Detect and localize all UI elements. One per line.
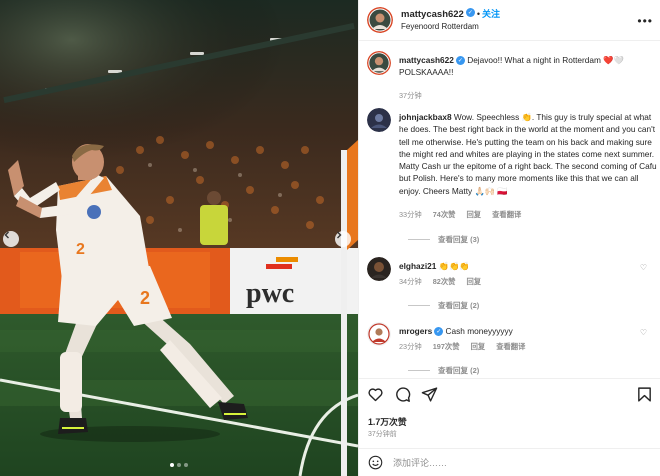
- comment-username[interactable]: elghazi21: [399, 261, 436, 271]
- post-actions: 1.7万次赞 37分钟前: [359, 378, 660, 448]
- more-horizontal-icon[interactable]: •••: [637, 14, 653, 28]
- post-sidebar: mattycash622 ✓ • 关注 Feyenoord Rotterdam •••…: [358, 0, 660, 476]
- bookmark-icon[interactable]: [636, 386, 653, 403]
- post-photo[interactable]: pwc 2 2: [0, 0, 358, 476]
- stadium-photo-illustration: pwc 2 2: [0, 0, 358, 476]
- verified-badge-icon: ✓: [465, 8, 475, 18]
- carousel-indicator: [0, 463, 358, 467]
- comment-icon[interactable]: [394, 386, 411, 403]
- view-replies-label: 查看回复 (2): [438, 366, 480, 375]
- shirt-number: 2: [76, 241, 85, 258]
- likes-count[interactable]: 1.7万次赞: [368, 415, 407, 428]
- carousel-dot[interactable]: [177, 463, 181, 467]
- comment-username[interactable]: johnjackbax8: [399, 112, 452, 122]
- comment-time: 33分钟: [399, 210, 422, 219]
- view-replies-button[interactable]: 查看回复 (3): [408, 234, 479, 245]
- add-comment-bar: [359, 448, 660, 476]
- verified-badge-icon: ✓: [434, 327, 444, 337]
- author-avatar[interactable]: [367, 51, 391, 75]
- emoji-smile-icon[interactable]: [368, 455, 383, 470]
- chevron-left-icon[interactable]: [3, 231, 19, 247]
- post-timestamp: 37分钟前: [368, 431, 397, 438]
- comment-reply-button[interactable]: 回复: [467, 210, 482, 219]
- ad-board-text: pwc: [246, 278, 294, 309]
- comment-translate-button[interactable]: 查看翻译: [492, 210, 521, 219]
- comment-input[interactable]: [393, 457, 613, 468]
- post-location[interactable]: Feyenoord Rotterdam: [401, 21, 500, 33]
- verified-badge-icon: ✓: [455, 56, 465, 66]
- comment-likes[interactable]: 74次赞: [433, 210, 456, 219]
- caption-time: 37分钟: [399, 91, 422, 100]
- comment-time: 23分钟: [399, 342, 422, 351]
- shorts-number: 2: [140, 288, 150, 308]
- carousel-dot[interactable]: [184, 463, 188, 467]
- comment-translate-button[interactable]: 查看翻译: [496, 342, 525, 351]
- replies-divider: [408, 239, 430, 240]
- comment-text: Wow. Speechless 👏. This guy is truly spe…: [399, 112, 657, 196]
- caption-username[interactable]: mattycash622: [399, 55, 454, 65]
- follow-button[interactable]: 关注: [482, 9, 500, 19]
- carousel-dot[interactable]: [170, 463, 174, 467]
- view-replies-button[interactable]: 查看回复 (2): [408, 365, 479, 376]
- comment-like-heart-icon[interactable]: ♡: [640, 328, 647, 337]
- comment-text: Cash moneyyyyyy: [445, 326, 513, 336]
- commenter-avatar[interactable]: [367, 108, 391, 132]
- comments-list[interactable]: mattycash622 ✓ Dejavoo!! What a night in …: [359, 41, 660, 378]
- replies-divider: [408, 305, 430, 306]
- view-replies-button[interactable]: 查看回复 (2): [408, 300, 479, 311]
- comment-like-heart-icon[interactable]: ♡: [640, 263, 647, 272]
- comment-like-heart-icon[interactable]: ♡: [640, 114, 647, 123]
- view-replies-label: 查看回复 (2): [438, 301, 480, 310]
- separator-dot: •: [476, 9, 481, 19]
- send-icon[interactable]: [421, 386, 438, 403]
- comment-username[interactable]: mrogers: [399, 326, 432, 336]
- comment-time: 34分钟: [399, 277, 422, 286]
- comment-likes[interactable]: 82次赞: [433, 277, 456, 286]
- commenter-avatar[interactable]: [367, 257, 391, 281]
- comment-reply-button[interactable]: 回复: [471, 342, 486, 351]
- comment-text: 👏👏👏: [438, 261, 470, 271]
- replies-divider: [408, 370, 430, 371]
- post-header: mattycash622 ✓ • 关注 Feyenoord Rotterdam •••: [359, 0, 660, 41]
- comment-reply-button[interactable]: 回复: [467, 277, 482, 286]
- view-replies-label: 查看回复 (3): [438, 235, 480, 244]
- commenter-avatar[interactable]: [367, 322, 391, 346]
- comment-likes[interactable]: 197次赞: [433, 342, 460, 351]
- heart-icon[interactable]: [367, 386, 384, 403]
- author-avatar[interactable]: [367, 7, 393, 33]
- author-username[interactable]: mattycash622: [401, 9, 464, 20]
- chevron-right-icon[interactable]: [335, 231, 351, 247]
